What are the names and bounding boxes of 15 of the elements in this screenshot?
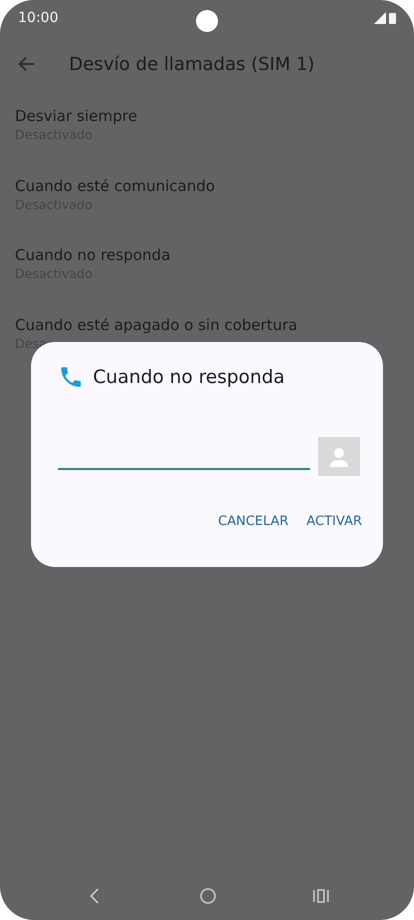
dialog-button[interactable]: ACTIVAR: [304, 510, 364, 533]
dialog-title: Cuando no responda: [93, 366, 285, 388]
person-icon: [328, 446, 350, 468]
dialog-button[interactable]: CANCELAR: [216, 510, 290, 533]
status-time: 10:00: [18, 10, 58, 26]
signal-icon: [374, 12, 386, 24]
recents-icon[interactable]: [312, 887, 330, 905]
setting-title[interactable]: Cuando no responda: [15, 246, 399, 264]
battery-icon: [389, 12, 396, 24]
setting-title[interactable]: Desviar siempre: [15, 107, 399, 125]
setting-title[interactable]: Cuando esté comunicando: [15, 176, 399, 194]
camera-cutout: [196, 10, 218, 32]
screen-title: Desvío de llamadas (SIM 1): [69, 54, 315, 74]
home-icon[interactable]: [199, 887, 217, 905]
setting-title[interactable]: Cuando esté apagado o sin cobertura: [15, 316, 399, 334]
